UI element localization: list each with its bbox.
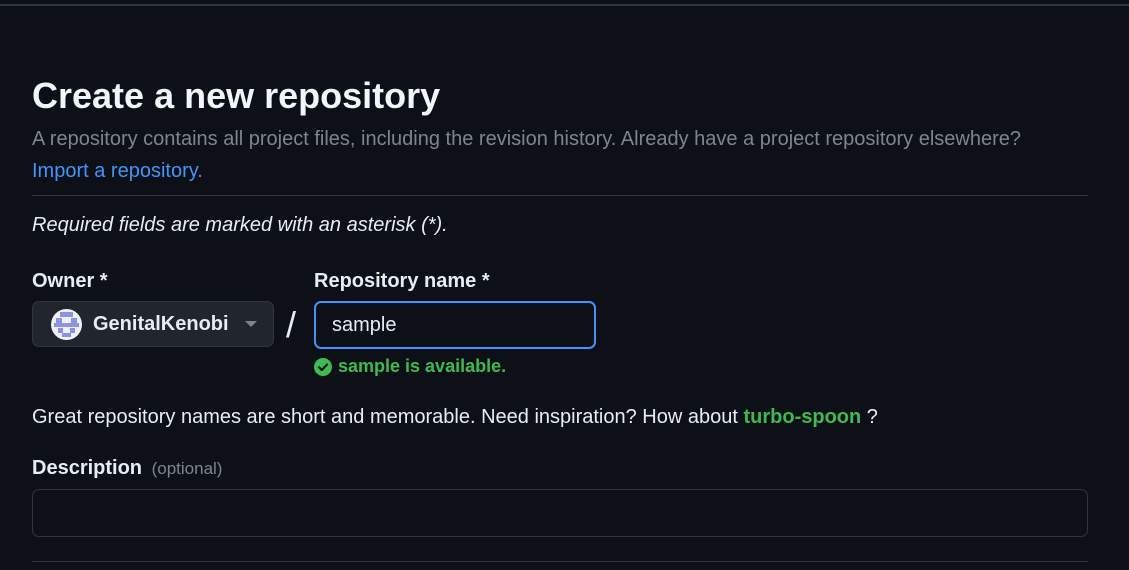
page-title: Create a new repository — [32, 75, 441, 116]
owner-select[interactable]: GenitalKenobi — [32, 301, 274, 347]
availability-text: sample is available. — [338, 356, 507, 376]
header-border — [0, 4, 1129, 6]
name-suggestion: Great repository names are short and mem… — [32, 403, 878, 431]
repository-name-label: Repository name * — [314, 270, 490, 292]
section-divider — [32, 195, 1088, 196]
availability-status: sample is available. — [314, 356, 506, 377]
description-label: Description — [32, 457, 143, 479]
owner-avatar — [51, 308, 82, 340]
owner-label: Owner * — [32, 270, 108, 292]
required-fields-note: Required fields are marked with an aster… — [32, 214, 448, 236]
chevron-down-icon — [245, 321, 257, 327]
import-repository-link[interactable]: Import a repository. — [32, 160, 203, 182]
description-label-row: Description (optional) — [32, 454, 222, 483]
subtitle-text: A repository contains all project files,… — [32, 128, 1022, 150]
page-subtitle: A repository contains all project files,… — [32, 123, 1088, 187]
repository-name-input[interactable] — [314, 301, 596, 349]
suggestion-text: Great repository names are short and mem… — [32, 406, 738, 428]
check-circle-icon — [314, 357, 332, 376]
bottom-divider — [32, 561, 1088, 562]
suggested-name-link[interactable]: turbo-spoon — [743, 406, 861, 428]
owner-repo-separator: / — [286, 304, 297, 345]
optional-hint: (optional) — [151, 459, 223, 478]
suggestion-suffix: ? — [866, 406, 878, 428]
owner-name: GenitalKenobi — [93, 312, 229, 335]
description-input[interactable] — [32, 489, 1088, 537]
